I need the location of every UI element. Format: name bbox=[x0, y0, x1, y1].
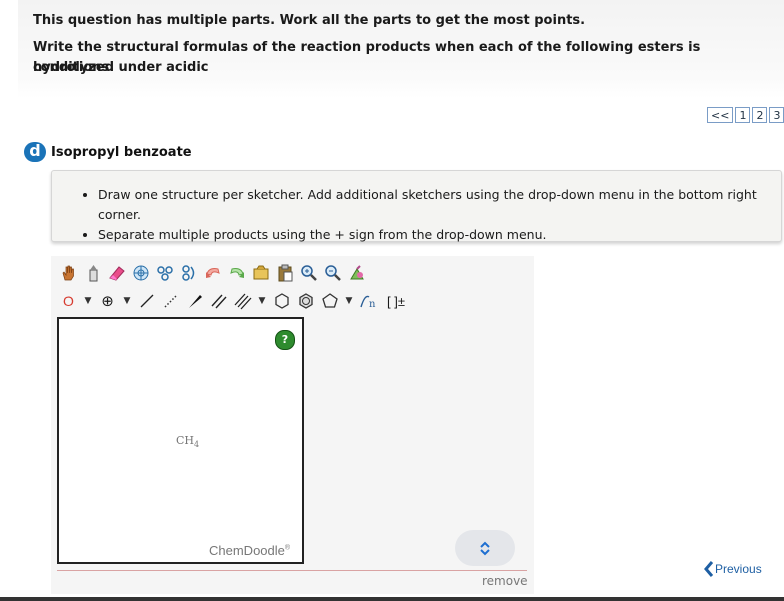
sketcher-toolbar-row2: O ▼ ⊕ ▼ ▼ ▼ n [ ]± bbox=[58, 290, 410, 312]
clipboard-icon[interactable] bbox=[274, 263, 295, 284]
instruction-item: Separate multiple products using the + s… bbox=[98, 225, 781, 245]
question-intro: This question has multiple parts. Work a… bbox=[33, 13, 586, 28]
wedge-bond-icon[interactable] bbox=[184, 291, 205, 312]
triple-bond-icon[interactable] bbox=[232, 291, 253, 312]
pager-page-1[interactable]: 1 bbox=[735, 107, 751, 123]
sgroup-icon[interactable]: n bbox=[358, 291, 379, 312]
eraser-icon[interactable] bbox=[106, 263, 127, 284]
hashed-bond-icon[interactable] bbox=[160, 291, 181, 312]
instructions-box: Draw one structure per sketcher. Add add… bbox=[51, 170, 782, 242]
part-title: Isopropyl benzoate bbox=[51, 144, 192, 160]
pager-page-2[interactable]: 2 bbox=[752, 107, 768, 123]
benzene-ring-icon[interactable] bbox=[271, 291, 292, 312]
question-prompt-line2: conditions. bbox=[33, 60, 115, 75]
pager-page-3[interactable]: 3 bbox=[769, 107, 784, 123]
bottom-border bbox=[0, 597, 784, 601]
previous-label: Previous bbox=[715, 562, 762, 576]
remove-link[interactable]: remove bbox=[482, 574, 528, 588]
question-header: This question has multiple parts. Work a… bbox=[18, 0, 784, 98]
previous-button[interactable]: Previous bbox=[704, 561, 762, 577]
hand-icon[interactable] bbox=[58, 263, 79, 284]
charge-button[interactable]: ⊕ bbox=[97, 291, 118, 312]
atom-dropdown-arrow[interactable]: ▼ bbox=[82, 296, 94, 306]
template-icon[interactable] bbox=[250, 263, 271, 284]
redo-icon[interactable] bbox=[226, 263, 247, 284]
lasso-icon[interactable] bbox=[82, 263, 103, 284]
sketcher-toolbar-row1 bbox=[58, 262, 367, 284]
double-bond-icon[interactable] bbox=[208, 291, 229, 312]
question-prompt-line1: Write the structural formulas of the rea… bbox=[33, 40, 701, 75]
single-bond-icon[interactable] bbox=[136, 291, 157, 312]
atom-label-button[interactable]: O bbox=[58, 291, 79, 312]
part-badge: d bbox=[24, 142, 46, 162]
bracket-charge-button[interactable]: [ ]± bbox=[382, 291, 410, 312]
chevron-updown-icon bbox=[480, 541, 490, 556]
divider bbox=[57, 570, 527, 571]
zoom-in-icon[interactable] bbox=[298, 263, 319, 284]
ring-dropdown-arrow[interactable]: ▼ bbox=[343, 296, 355, 306]
chain-icon[interactable] bbox=[154, 263, 175, 284]
molecule-label: CH4 bbox=[176, 434, 200, 450]
chevron-left-icon bbox=[704, 561, 714, 577]
chain2-icon[interactable] bbox=[178, 263, 199, 284]
chemdoodle-brand: ChemDoodle® bbox=[209, 543, 291, 558]
part-heading: d Isopropyl benzoate bbox=[24, 142, 192, 162]
pager-back-button[interactable]: << bbox=[707, 107, 734, 123]
bond-dropdown-arrow[interactable]: ▼ bbox=[256, 296, 268, 306]
part-pager: << 1 2 3 bbox=[707, 107, 784, 123]
pentagon-ring-icon[interactable] bbox=[319, 291, 340, 312]
charge-dropdown-arrow[interactable]: ▼ bbox=[121, 296, 133, 306]
help-icon[interactable]: ? bbox=[275, 330, 295, 350]
instruction-item: Draw one structure per sketcher. Add add… bbox=[98, 185, 781, 225]
ring-icon[interactable] bbox=[130, 263, 151, 284]
sketcher-menu-toggle[interactable] bbox=[455, 530, 515, 566]
undo-icon[interactable] bbox=[202, 263, 223, 284]
aromatic-ring-icon[interactable] bbox=[295, 291, 316, 312]
zoom-out-icon[interactable] bbox=[322, 263, 343, 284]
sketcher-canvas[interactable]: ? CH4 ChemDoodle® bbox=[57, 317, 304, 564]
clean-icon[interactable] bbox=[346, 263, 367, 284]
svg-text:n: n bbox=[369, 299, 376, 310]
